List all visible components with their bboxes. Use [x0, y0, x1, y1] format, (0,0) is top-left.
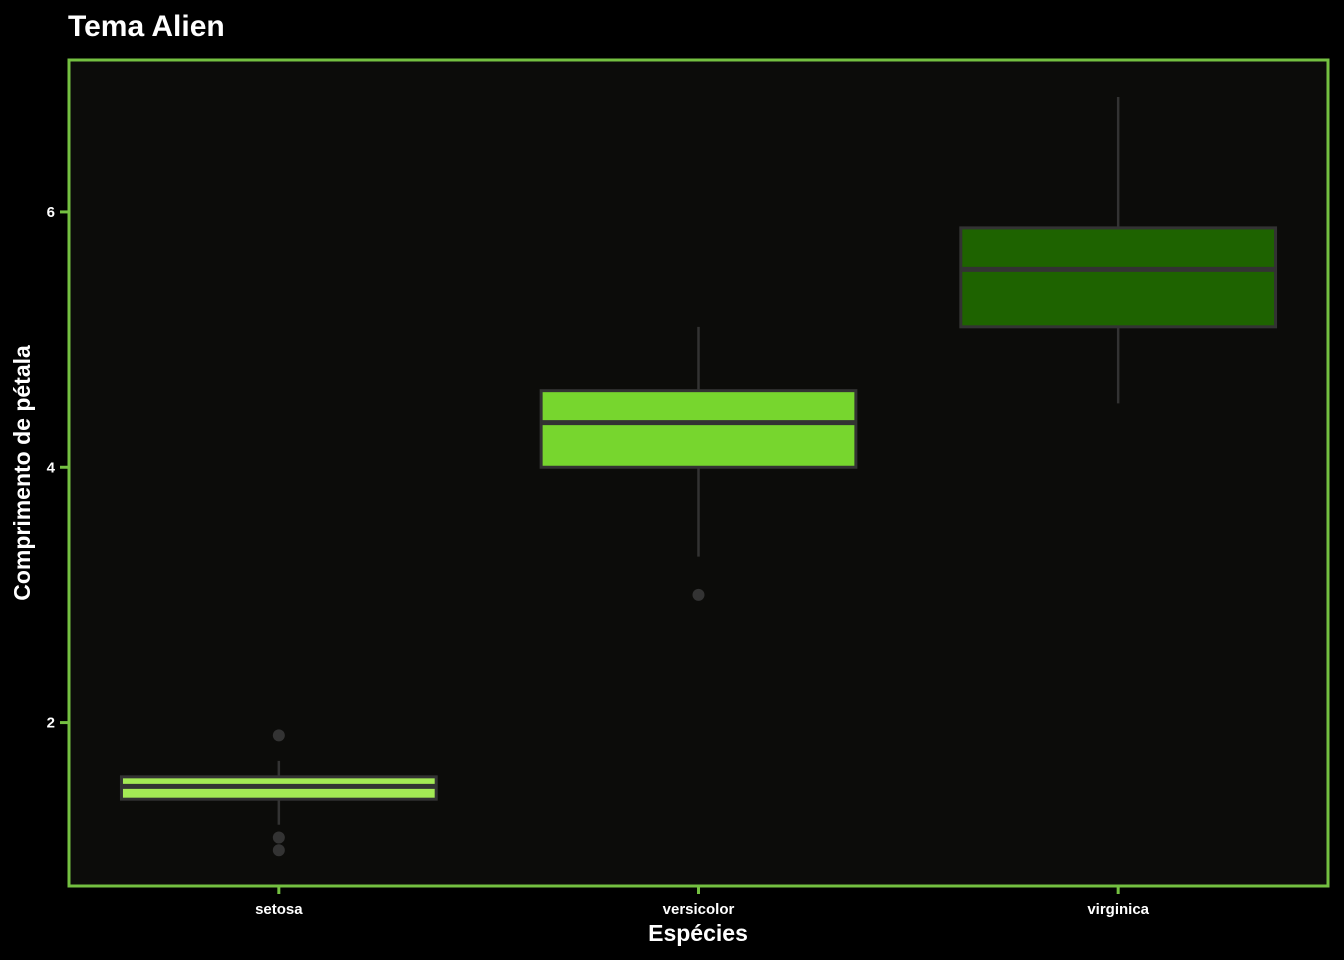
chart-title: Tema Alien: [68, 10, 225, 43]
y-tick-label: 6: [47, 204, 55, 221]
outlier-point: [272, 729, 285, 742]
box-body: [959, 226, 1278, 329]
y-tick-label: 2: [47, 715, 55, 732]
y-tick-label: 4: [47, 459, 56, 476]
y-axis-title: Comprimento de pétala: [9, 345, 35, 601]
x-tick-label: setosa: [255, 901, 303, 918]
x-axis-title: Espécies: [648, 920, 748, 946]
x-tick-label: virginica: [1087, 901, 1149, 918]
box-body: [539, 389, 858, 469]
x-tick-label: versicolor: [663, 901, 735, 918]
boxplot-chart: Tema Alien 2 4 6 setosa versicolor virginica…: [0, 0, 1344, 960]
outlier-point: [272, 831, 285, 844]
outlier-point: [692, 588, 705, 601]
chart-root: Tema Alien 2 4 6 setosa versicolor virginica…: [0, 0, 1344, 960]
outlier-point: [272, 844, 285, 857]
